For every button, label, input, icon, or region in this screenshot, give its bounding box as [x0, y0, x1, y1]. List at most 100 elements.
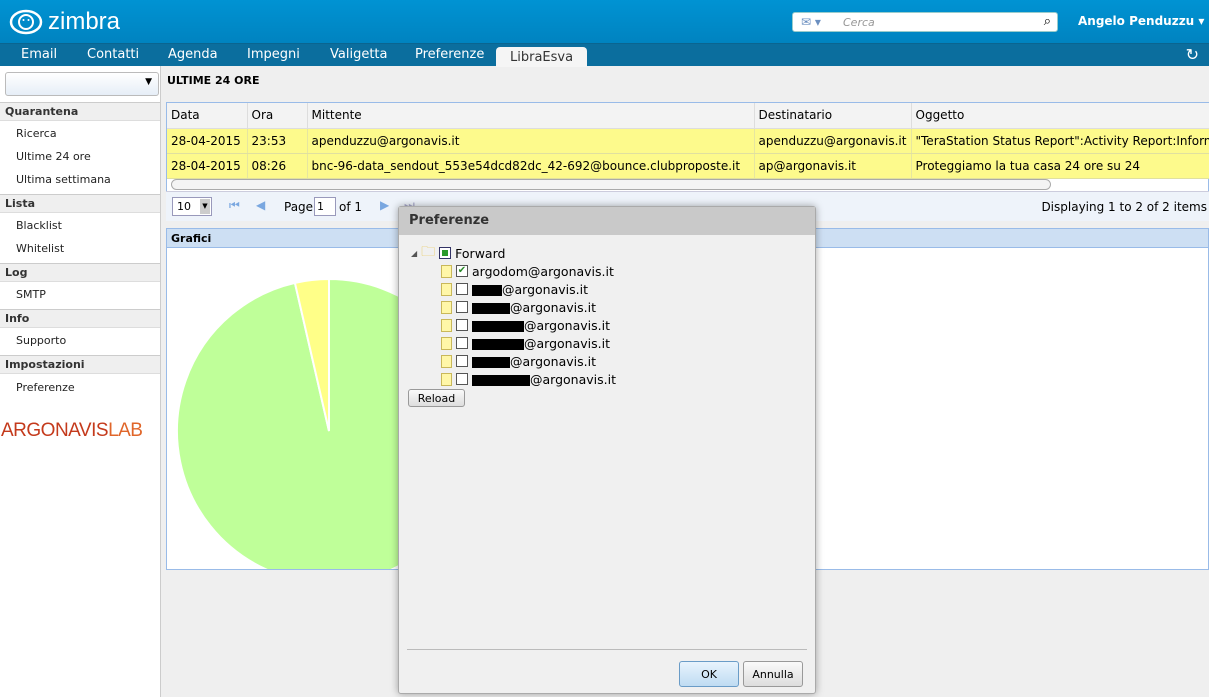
section-log: Log — [0, 263, 160, 282]
col-destinatario[interactable]: Destinatario — [754, 103, 912, 129]
redaction — [472, 338, 524, 350]
tree-item[interactable]: @argonavis.it — [441, 316, 610, 334]
cell-data: 28-04-2015 — [167, 153, 248, 179]
page-size-value: 10 — [177, 200, 191, 213]
section-lista: Lista — [0, 194, 160, 213]
reload-button[interactable]: Reload — [408, 389, 465, 407]
section-impostazioni: Impostazioni — [0, 355, 160, 374]
item-text: @argonavis.it — [502, 281, 588, 297]
partial-checkbox[interactable] — [439, 247, 452, 259]
item-text: argodom@argonavis.it — [472, 263, 614, 279]
item-label: @argonavis.it — [472, 354, 596, 369]
sidebar-item-ricerca[interactable]: Ricerca — [16, 127, 57, 140]
cell-mittente: bnc-96-data_sendout_553e54dcd82dc_42-692… — [307, 153, 755, 179]
tree-item[interactable]: @argonavis.it — [441, 280, 588, 298]
document-icon — [441, 336, 452, 350]
user-menu[interactable]: Angelo Penduzzu ▾ — [1078, 14, 1204, 28]
item-text: @argonavis.it — [524, 335, 610, 351]
section-quarantena: Quarantena — [0, 102, 160, 121]
cell-mittente: apenduzzu@argonavis.it — [307, 128, 755, 154]
cell-oggetto: "TeraStation Status Report":Activity Rep… — [911, 128, 1209, 154]
item-label: @argonavis.it — [472, 336, 610, 351]
mail-icon[interactable]: ✉ ▾ — [801, 15, 821, 29]
tab-email[interactable]: Email — [21, 47, 57, 62]
nav-bar: Email Contatti Agenda Impegni Valigetta … — [0, 43, 1209, 67]
table-row[interactable]: 28-04-2015 23:53 apenduzzu@argonavis.it ape… — [167, 128, 1209, 154]
expand-icon[interactable]: ◢ — [411, 249, 417, 258]
item-checkbox[interactable]: ✔ — [456, 265, 468, 277]
item-checkbox[interactable] — [456, 355, 468, 367]
tab-libraesva[interactable]: LibraEsva — [496, 47, 588, 67]
document-icon — [441, 264, 452, 278]
sidebar-item-ultime-24-ore[interactable]: Ultime 24 ore — [16, 150, 91, 163]
displaying-text: Displaying 1 to 2 of 2 items — [1041, 200, 1207, 214]
sidebar-item-whitelist[interactable]: Whitelist — [16, 242, 64, 255]
logo-text: zimbra — [48, 8, 121, 35]
redaction — [472, 320, 524, 332]
ok-button[interactable]: OK — [679, 661, 739, 687]
next-page-icon[interactable]: ▶ — [380, 198, 389, 212]
tab-agenda[interactable]: Agenda — [168, 47, 218, 62]
prev-page-icon[interactable]: ◀ — [256, 198, 265, 212]
item-checkbox[interactable] — [456, 319, 468, 331]
redaction — [472, 374, 530, 386]
tree-item[interactable]: ✔ argodom@argonavis.it — [441, 262, 614, 280]
tree-item[interactable]: @argonavis.it — [441, 352, 596, 370]
item-checkbox[interactable] — [456, 283, 468, 295]
cell-ora: 23:53 — [247, 128, 308, 154]
item-label: @argonavis.it — [472, 300, 596, 315]
section-info: Info — [0, 309, 160, 328]
document-icon — [441, 354, 452, 368]
cancel-button[interactable]: Annulla — [743, 661, 803, 687]
cell-destinatario: ap@argonavis.it — [754, 153, 912, 179]
tab-contatti[interactable]: Contatti — [87, 47, 139, 62]
col-data[interactable]: Data — [167, 103, 248, 129]
search-placeholder: Cerca — [843, 16, 875, 29]
sidebar: Quarantena Ricerca Ultime 24 ore Ultima … — [0, 66, 161, 697]
document-icon — [441, 282, 452, 296]
col-mittente[interactable]: Mittente — [307, 103, 755, 129]
page-input[interactable]: 1 — [314, 197, 336, 216]
tree-item[interactable]: @argonavis.it — [441, 334, 610, 352]
sidebar-item-preferenze[interactable]: Preferenze — [16, 381, 75, 394]
account-select[interactable]: ▼ — [5, 72, 159, 96]
tree-item[interactable]: @argonavis.it — [441, 298, 596, 316]
tree-item[interactable]: @argonavis.it — [441, 370, 616, 388]
zimbra-logo[interactable]: zimbra — [8, 8, 120, 36]
tab-preferenze[interactable]: Preferenze — [415, 47, 484, 62]
page-label: Page — [284, 200, 314, 214]
tab-impegni[interactable]: Impegni — [247, 47, 300, 62]
tree-root-forward[interactable]: ◢ 🗀 Forward — [411, 244, 505, 262]
redaction — [472, 302, 510, 314]
tab-valigetta[interactable]: Valigetta — [330, 47, 387, 62]
item-checkbox[interactable] — [456, 337, 468, 349]
redaction — [472, 284, 502, 296]
smiley-logo-icon — [9, 9, 43, 35]
search-icon[interactable]: ⌕ — [1044, 14, 1051, 29]
page-size-select[interactable]: 10 ▼ — [172, 197, 212, 216]
cell-destinatario: apenduzzu@argonavis.it — [754, 128, 912, 154]
divider — [407, 649, 807, 650]
horizontal-scrollbar[interactable] — [171, 179, 1051, 190]
table-row[interactable]: 28-04-2015 08:26 bnc-96-data_sendout_553e5… — [167, 153, 1209, 179]
page-title: ULTIME 24 ORE — [167, 74, 260, 87]
item-checkbox[interactable] — [456, 301, 468, 313]
first-page-icon[interactable]: ⏮ — [229, 198, 240, 213]
folder-icon: 🗀 — [421, 244, 436, 260]
item-label: @argonavis.it — [472, 372, 616, 387]
sidebar-item-blacklist[interactable]: Blacklist — [16, 219, 62, 232]
dialog-title[interactable]: Preferenze — [399, 207, 815, 235]
sidebar-item-smtp[interactable]: SMTP — [16, 288, 46, 301]
user-name: Angelo Penduzzu — [1078, 14, 1195, 28]
cell-ora: 08:26 — [247, 153, 308, 179]
sidebar-item-supporto[interactable]: Supporto — [16, 334, 66, 347]
col-oggetto[interactable]: Oggetto — [911, 103, 1209, 129]
sidebar-item-ultima-settimana[interactable]: Ultima settimana — [16, 173, 111, 186]
redaction — [472, 356, 510, 368]
col-ora[interactable]: Ora — [247, 103, 308, 129]
item-checkbox[interactable] — [456, 373, 468, 385]
document-icon — [441, 372, 452, 386]
search-input[interactable]: ✉ ▾ Cerca ⌕ — [792, 12, 1058, 32]
refresh-icon[interactable]: ↻ — [1186, 45, 1199, 64]
document-icon — [441, 300, 452, 314]
